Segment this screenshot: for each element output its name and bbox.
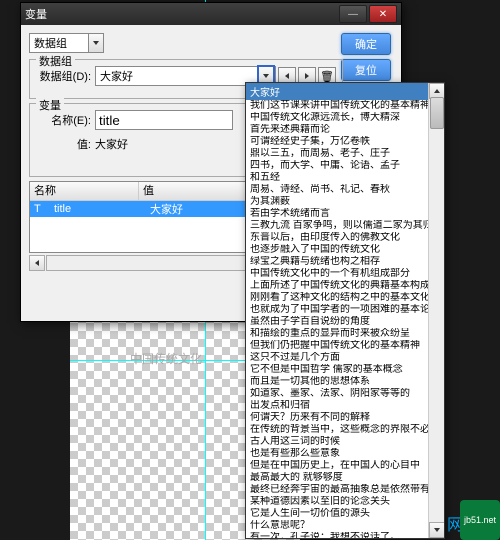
scrollbar-thumb[interactable] <box>430 97 444 129</box>
dropdown-item[interactable]: 它不但是中国哲学 儒家的基本概念 <box>246 364 444 376</box>
arrow-left-icon <box>35 260 39 266</box>
dropdown-item[interactable]: 我们这节课来讲中国传统文化的基本精神 <box>246 100 444 112</box>
ok-button[interactable]: 确定 <box>341 33 391 55</box>
dropdown-item[interactable]: 中国传统文化源远流长，博大精深 <box>246 112 444 124</box>
dropdown-item[interactable]: 虽然由子学百自说纷的角度 <box>246 316 444 328</box>
dropdown-item[interactable]: 在传统的背景当中，这些概念的界限不必清楚 <box>246 424 444 436</box>
dropdown-item[interactable]: 什么意思呢？ <box>246 520 444 532</box>
dropdown-item[interactable]: 如道家、墨家、法家、阴阳家等等的 <box>246 388 444 400</box>
dropdown-item[interactable]: 绿宝之典籍与统绪也构之相存 <box>246 256 444 268</box>
dropdown-item[interactable]: 和五经 <box>246 172 444 184</box>
canvas-text-layer: 中国传统文化 <box>130 350 202 367</box>
arrow-left-icon <box>285 73 289 79</box>
chevron-down-icon <box>93 41 99 45</box>
dropdown-item[interactable]: 何谓天？历来有不同的解释 <box>246 412 444 424</box>
dropdown-item[interactable]: 这只不过是几个方面 <box>246 352 444 364</box>
variable-legend: 变量 <box>36 97 64 113</box>
cell-name: title <box>50 203 146 215</box>
dataset-legend: 数据组 <box>36 53 75 69</box>
dropdown-item[interactable]: 最高最大的 就够够度 <box>246 472 444 484</box>
dropdown-item[interactable]: 东晋以后，由印度传入的佛教文化 <box>246 232 444 244</box>
reset-button[interactable]: 复位 <box>341 59 391 81</box>
dropdown-item[interactable]: 三教九流 百家争鸣，则以儒道二家为其归致 <box>246 220 444 232</box>
dropdown-item[interactable]: 但我们仍把握中国传统文化的基本精神 <box>246 340 444 352</box>
arrow-down-icon <box>434 528 440 532</box>
name-input[interactable] <box>95 110 233 130</box>
dropdown-item[interactable]: 某种道德因素以至旧的论念关头 <box>246 496 444 508</box>
value-label: 值: <box>36 136 91 152</box>
dataset-combo[interactable]: 数据组 <box>29 33 104 53</box>
dropdown-item[interactable]: 刚刚看了这种文化的结构之中的基本文化精神的界定 <box>246 292 444 304</box>
dataset-combo-arrow[interactable] <box>88 34 103 52</box>
dropdown-item[interactable]: 周易、诗经、尚书、礼记、春秋 <box>246 184 444 196</box>
dataset-label: 数据组(D): <box>36 68 91 84</box>
dropdown-item[interactable]: 首先来述典籍而论 <box>246 124 444 136</box>
scroll-left[interactable] <box>29 255 45 271</box>
dropdown-item[interactable]: 有一次，孔子说：我想不说话了。 <box>246 532 444 539</box>
dropdown-item[interactable]: 中国传统文化中的一个有机组成部分 <box>246 268 444 280</box>
dropdown-item[interactable]: 上面所述了中国传统文化的典籍基本构成特征 <box>246 280 444 292</box>
dropdown-item[interactable]: 而且是一切其他的思想体系 <box>246 376 444 388</box>
dropdown-item[interactable]: 鼎以三五，而周易、老子、庄子 <box>246 148 444 160</box>
dropdown-item[interactable]: 它是人生间一切价值的源头 <box>246 508 444 520</box>
dropdown-item[interactable]: 若由学术统绪而言 <box>246 208 444 220</box>
dataset-combo-text: 数据组 <box>30 35 88 51</box>
dropdown-item[interactable]: 和描绘的重点的显异而时来被众纷呈 <box>246 328 444 340</box>
dropdown-item[interactable]: 也是有些那么些意象 <box>246 448 444 460</box>
dropdown-item[interactable]: 出发点和归宿 <box>246 400 444 412</box>
dropdown-item[interactable]: 也逐步融入了中国的传统文化 <box>246 244 444 256</box>
dropdown-item[interactable]: 四书，而大学、中庸、论语、孟子 <box>246 160 444 172</box>
chevron-down-icon <box>263 74 269 78</box>
name-label: 名称(E): <box>36 112 91 128</box>
dropdown-item[interactable]: 可谓经经史子集，万亿卷帙 <box>246 136 444 148</box>
col-value[interactable]: 值 <box>139 182 258 200</box>
arrow-up-icon <box>434 89 440 93</box>
dropdown-item[interactable]: 也就成为了中国学者的一项困难的基本论题 <box>246 304 444 316</box>
arrow-right-icon <box>305 73 309 79</box>
minimize-button[interactable]: — <box>339 5 367 23</box>
dropdown-item[interactable]: 古人用这三词的时候 <box>246 436 444 448</box>
dropdown-selected[interactable]: 大家好 <box>246 83 444 100</box>
dataset-value-text: 大家好 <box>96 68 257 84</box>
dropdown-item[interactable]: 最终已经奔宇宙的最高抽象总是依然带有 <box>246 484 444 496</box>
dropdown-item[interactable]: 为其渊薮 <box>246 196 444 208</box>
site-badge: jb51.net <box>460 500 500 540</box>
scroll-down[interactable] <box>429 522 445 538</box>
dropdown-item[interactable]: 但是在中国历史上，在中国人的心目中 <box>246 460 444 472</box>
dialog-title: 变量 <box>25 6 337 22</box>
dataset-dropdown-list[interactable]: 大家好 我们这节课来讲中国传统文化的基本精神中国传统文化源远流长，博大精深首先来… <box>245 82 445 539</box>
col-name[interactable]: 名称 <box>30 182 139 200</box>
dialog-titlebar[interactable]: 变量 — ✕ <box>21 3 401 25</box>
close-button[interactable]: ✕ <box>369 5 397 23</box>
dropdown-scrollbar[interactable] <box>428 83 444 538</box>
value-text: 大家好 <box>95 136 128 152</box>
